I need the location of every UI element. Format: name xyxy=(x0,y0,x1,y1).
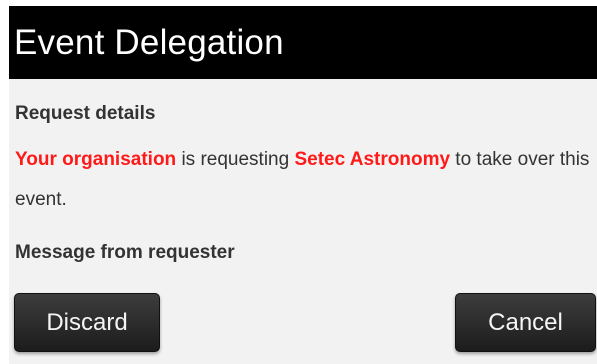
cancel-button[interactable]: Cancel xyxy=(455,293,596,352)
discard-button[interactable]: Discard xyxy=(14,293,160,352)
target-org-name: Setec Astronomy xyxy=(294,149,451,170)
message-from-requester-heading: Message from requester xyxy=(15,242,235,263)
request-description: Your organisation is requesting Setec As… xyxy=(15,140,595,220)
dialog-title: Event Delegation xyxy=(14,23,284,62)
event-delegation-dialog: Event Delegation Request details Your or… xyxy=(9,6,597,364)
requester-org-name: Your organisation xyxy=(15,149,177,170)
request-details-heading: Request details xyxy=(15,103,156,124)
request-verb-text: is requesting xyxy=(176,149,295,170)
dialog-titlebar: Event Delegation xyxy=(9,6,597,79)
